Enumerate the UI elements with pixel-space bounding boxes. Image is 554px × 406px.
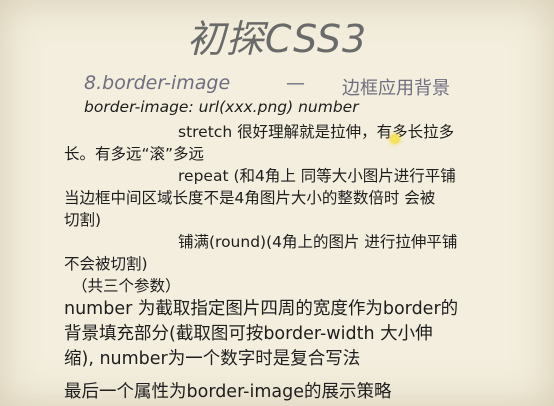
- line-7: 铺满(round)(4角上的图片 进行拉伸平铺: [178, 233, 458, 251]
- line-10: number 为截取指定图片四周的宽度作为border的: [64, 299, 459, 319]
- line-1: border-image: url(xxx.png) number: [84, 98, 359, 116]
- slide: 初探CSS3 8.border-image — 边框应用背景 border-im…: [0, 0, 554, 406]
- line-12: 缩), number为一个数字时是复合写法: [64, 349, 361, 369]
- line-8: 不会被切割): [64, 255, 148, 273]
- line-2: stretch 很好理解就是拉伸，有多长拉多: [178, 123, 455, 141]
- line-5: 当边框中间区域长度不是4角图片大小的整数倍时 会被: [64, 189, 436, 207]
- subtitle-dash: —: [286, 72, 305, 94]
- line-3: 长。有多远“滚”多远: [64, 145, 205, 163]
- line-6: 切割): [64, 211, 102, 229]
- line-13: 最后一个属性为border-image的展示策略: [64, 382, 392, 402]
- line-4: repeat (和4角上 同等大小图片进行平铺: [178, 167, 456, 185]
- line-9: （共三个参数）: [72, 277, 181, 295]
- line-11: 背景填充部分(截取图可按border-width 大小伸: [64, 324, 433, 344]
- slide-title: 初探CSS3: [186, 17, 368, 61]
- cursor-highlight-dot: [390, 134, 400, 144]
- subtitle-prefix: 8.border-image: [84, 72, 231, 94]
- subtitle-zh: 边框应用背景: [342, 78, 450, 99]
